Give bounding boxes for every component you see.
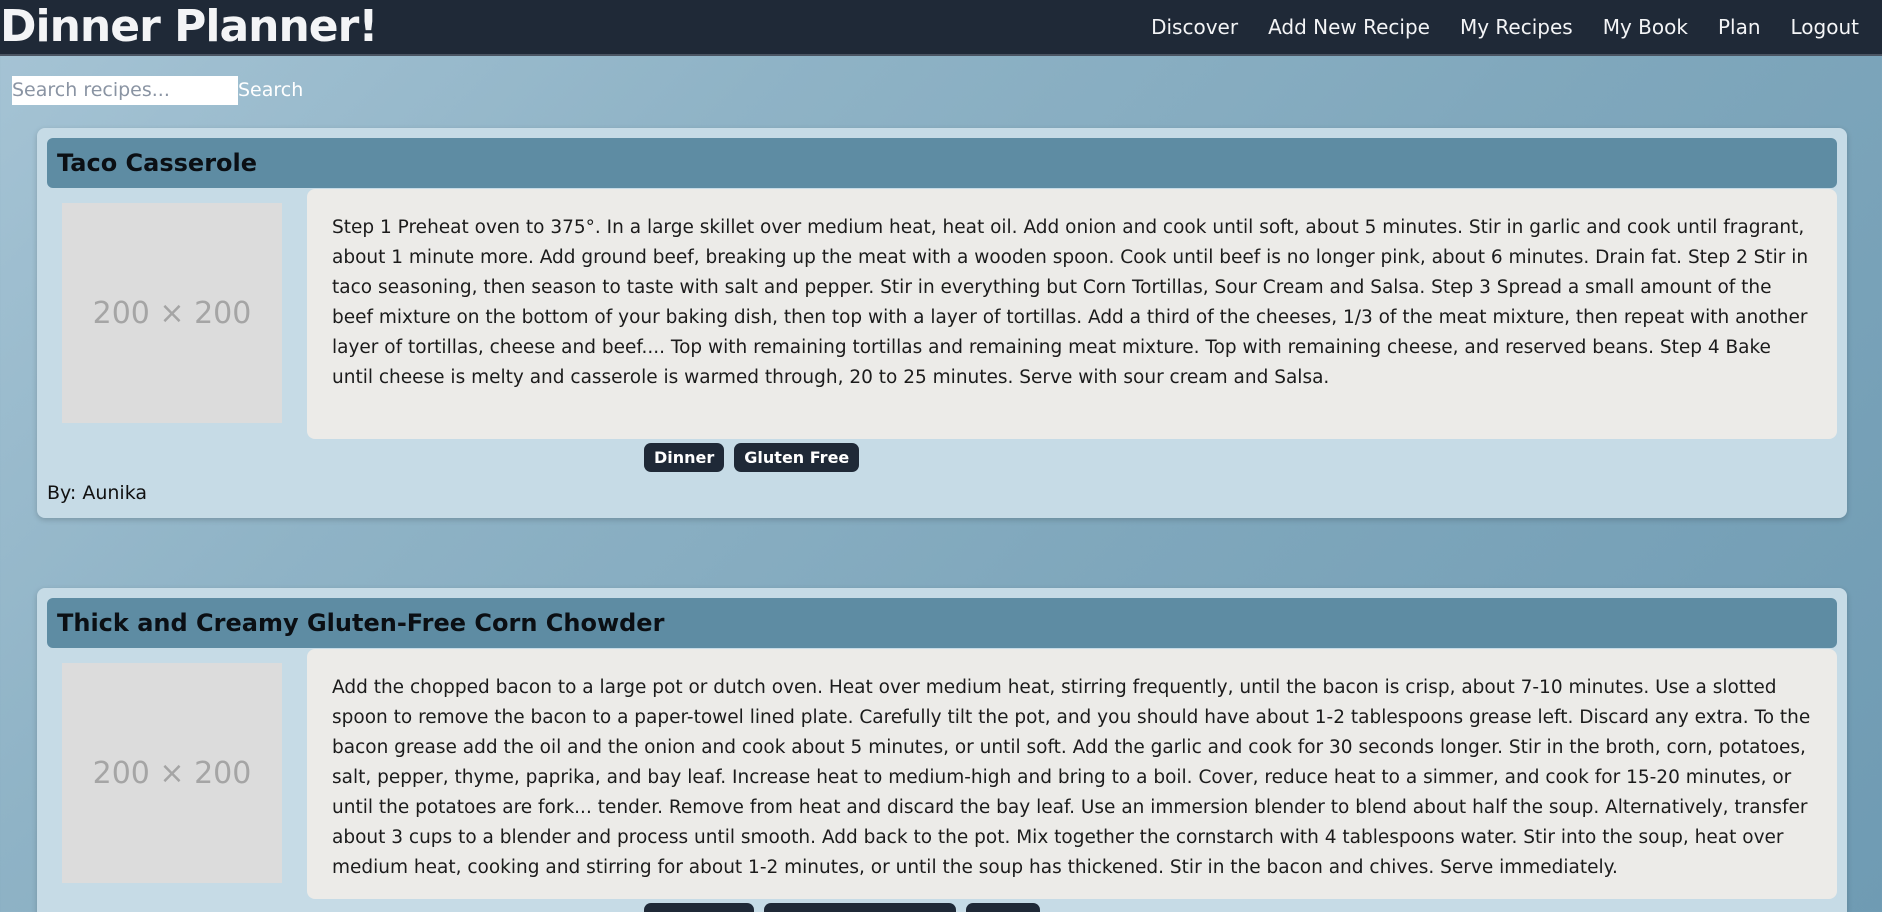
recipe-card: Thick and Creamy Gluten-Free Corn Chowde… — [37, 588, 1847, 912]
top-navbar: Dinner Planner! Discover Add New Recipe … — [0, 0, 1882, 56]
recipe-image: 200 × 200 — [62, 663, 282, 883]
tag[interactable] — [764, 903, 956, 912]
tag[interactable] — [644, 903, 754, 912]
nav-link-my-book[interactable]: My Book — [1588, 15, 1703, 39]
recipe-image: 200 × 200 — [62, 203, 282, 423]
recipe-author: By: Aunika — [47, 482, 148, 504]
nav-link-add-new-recipe[interactable]: Add New Recipe — [1253, 15, 1445, 39]
recipe-card-header: Thick and Creamy Gluten-Free Corn Chowde… — [47, 598, 1837, 648]
recipe-tags — [644, 903, 1040, 912]
nav-link-discover[interactable]: Discover — [1136, 15, 1253, 39]
recipe-steps: Add the chopped bacon to a large pot or … — [307, 649, 1837, 899]
recipe-title[interactable]: Taco Casserole — [57, 149, 257, 177]
search-input[interactable] — [12, 75, 238, 105]
recipe-card-header: Taco Casserole — [47, 138, 1837, 188]
recipe-card: Taco Casserole 200 × 200 Step 1 Preheat … — [37, 128, 1847, 518]
tag[interactable] — [966, 903, 1040, 912]
recipe-tags: Dinner Gluten Free — [644, 443, 860, 472]
recipe-title[interactable]: Thick and Creamy Gluten-Free Corn Chowde… — [57, 609, 664, 637]
tag-gluten-free[interactable]: Gluten Free — [734, 443, 860, 472]
recipe-steps: Step 1 Preheat oven to 375°. In a large … — [307, 189, 1837, 439]
nav-link-logout[interactable]: Logout — [1776, 15, 1874, 39]
nav-links: Discover Add New Recipe My Recipes My Bo… — [1136, 15, 1874, 39]
app-title[interactable]: Dinner Planner! — [0, 0, 378, 55]
search-bar: Search — [12, 73, 1882, 107]
nav-link-plan[interactable]: Plan — [1703, 15, 1776, 39]
tag-dinner[interactable]: Dinner — [644, 443, 725, 472]
search-button[interactable]: Search — [238, 79, 303, 101]
nav-link-my-recipes[interactable]: My Recipes — [1445, 15, 1588, 39]
